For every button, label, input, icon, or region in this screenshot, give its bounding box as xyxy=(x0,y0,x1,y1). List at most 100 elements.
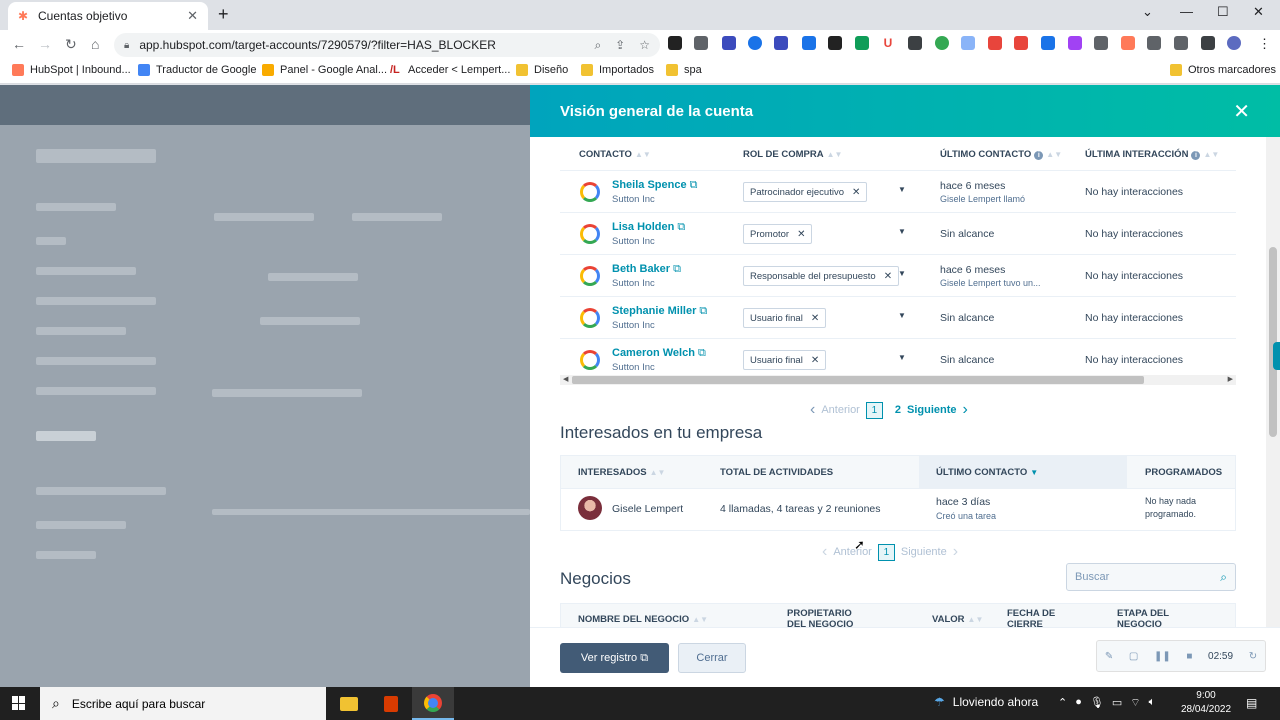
remove-tag-icon[interactable]: ✕ xyxy=(797,229,805,240)
home-icon[interactable]: ⌂ xyxy=(91,36,99,52)
bookmark-folder[interactable]: Diseño xyxy=(516,64,568,76)
sidepanel-icon[interactable] xyxy=(1201,36,1215,50)
extension-icon[interactable]: U xyxy=(881,36,895,50)
column-header-deal-name[interactable]: NOMBRE DEL NEGOCIO ▲▼ xyxy=(578,614,708,625)
bookmark-folder[interactable]: spa xyxy=(666,64,702,76)
extension-icon[interactable] xyxy=(694,36,708,50)
app-tray-icon[interactable]: ● xyxy=(1075,696,1082,710)
close-tab-icon[interactable]: ✕ xyxy=(187,8,198,24)
extension-icon[interactable] xyxy=(961,36,975,50)
column-header-last-contact[interactable]: ÚLTIMO CONTACTO ▼ xyxy=(936,467,1038,478)
current-page[interactable]: 1 xyxy=(865,401,883,419)
contact-name-link[interactable]: Lisa Holden ⧉ xyxy=(612,221,685,234)
contact-name-link[interactable]: Beth Baker ⧉ xyxy=(612,263,681,276)
bookmark[interactable]: HubSpot | Inbound... xyxy=(12,64,131,76)
column-header-buying-role[interactable]: ROL DE COMPRA ▲▼ xyxy=(743,149,842,160)
panel-body[interactable]: CONTACTO ▲▼ ROL DE COMPRA ▲▼ ÚLTIMO CONTAC… xyxy=(530,137,1280,627)
column-header-last-contact[interactable]: ÚLTIMO CONTACTO i ▲▼ xyxy=(940,149,1062,160)
back-icon[interactable]: ← xyxy=(12,36,26,52)
office-icon[interactable] xyxy=(370,687,412,720)
browser-tab[interactable]: ✱ Cuentas objetivo ✕ xyxy=(8,2,208,30)
info-icon[interactable]: i xyxy=(1191,151,1201,160)
scroll-left-icon[interactable]: ◀ xyxy=(563,375,568,383)
extension-icon[interactable] xyxy=(1121,36,1135,50)
bookmark[interactable]: Panel - Google Anal... xyxy=(262,64,387,76)
next-page-button[interactable]: Siguiente xyxy=(907,404,957,416)
vertical-scrollbar[interactable] xyxy=(1266,137,1280,627)
role-dropdown-icon[interactable]: ▼ xyxy=(898,227,906,236)
chevron-right-icon[interactable]: › xyxy=(963,401,968,419)
column-header-deal-stage[interactable]: ETAPA DEL NEGOCIO xyxy=(1117,608,1175,627)
contact-name-link[interactable]: Stephanie Miller ⧉ xyxy=(612,305,707,318)
interested-name[interactable]: Gisele Lempert xyxy=(612,503,683,515)
bookmark[interactable]: Traductor de Google xyxy=(138,64,256,76)
column-header-value[interactable]: VALOR ▲▼ xyxy=(932,614,983,625)
new-tab-button[interactable]: + xyxy=(218,4,229,25)
microphone-icon[interactable]: 🎙︎ xyxy=(1090,696,1104,710)
buying-role-tag[interactable]: Usuario final ✕ xyxy=(743,308,827,328)
extension-icon[interactable] xyxy=(802,36,816,50)
remove-tag-icon[interactable]: ✕ xyxy=(884,271,892,282)
windows-start-icon[interactable] xyxy=(12,696,26,710)
buying-role-tag[interactable]: Promotor ✕ xyxy=(743,224,813,244)
battery-icon[interactable]: ▭ xyxy=(1112,696,1122,710)
extension-icon[interactable] xyxy=(828,36,842,50)
buying-role-tag[interactable]: Patrocinador ejecutivo ✕ xyxy=(743,182,868,202)
extension-icon[interactable] xyxy=(774,36,788,50)
menu-icon[interactable]: ⋮ xyxy=(1258,36,1271,52)
view-record-button[interactable]: Ver registro ⧉ xyxy=(560,643,669,673)
other-bookmarks[interactable]: Otros marcadores xyxy=(1170,64,1276,76)
info-icon[interactable]: i xyxy=(1034,151,1044,160)
chrome-icon[interactable] xyxy=(412,687,454,720)
current-page[interactable]: 1 xyxy=(877,543,895,561)
role-dropdown-icon[interactable]: ▼ xyxy=(898,185,906,194)
extension-icon[interactable] xyxy=(988,36,1002,50)
remove-tag-icon[interactable]: ✕ xyxy=(811,313,819,324)
scrollbar-thumb[interactable] xyxy=(572,376,1144,384)
wifi-icon[interactable]: ⌔ xyxy=(1130,696,1140,710)
contact-name-link[interactable]: Cameron Welch ⧉ xyxy=(612,347,706,360)
puzzle-icon[interactable] xyxy=(1147,36,1161,50)
buying-role-tag[interactable]: Usuario final ✕ xyxy=(743,350,827,370)
pen-icon[interactable]: ✎ xyxy=(1105,651,1113,662)
forward-icon[interactable]: → xyxy=(38,36,52,52)
profile-avatar[interactable] xyxy=(1227,36,1241,50)
chevron-left-icon[interactable]: ‹ xyxy=(810,401,815,419)
buying-role-tag[interactable]: Responsable del presupuesto ✕ xyxy=(743,266,900,286)
remove-tag-icon[interactable]: ✕ xyxy=(852,187,860,198)
prev-page-button[interactable]: Anterior xyxy=(821,404,860,416)
maximize-button[interactable]: ☐ xyxy=(1217,4,1229,20)
column-header-close-date[interactable]: FECHA DE CIERRE xyxy=(1007,608,1065,627)
extension-icon[interactable] xyxy=(1094,36,1108,50)
extension-icon[interactable] xyxy=(935,36,949,50)
restart-icon[interactable]: ↻ xyxy=(1249,651,1257,662)
chevron-up-icon[interactable]: ⌃ xyxy=(1058,696,1067,710)
minimize-button[interactable]: — xyxy=(1180,4,1193,19)
extension-icon[interactable] xyxy=(908,36,922,50)
extension-icon[interactable] xyxy=(855,36,869,50)
deals-search-input[interactable]: Buscar ⌕ xyxy=(1066,563,1236,591)
role-dropdown-icon[interactable]: ▼ xyxy=(898,353,906,362)
extension-icon[interactable] xyxy=(748,36,762,50)
tab-search-icon[interactable]: ⌄ xyxy=(1142,4,1153,20)
volume-icon[interactable]: 🔈︎ xyxy=(1149,696,1156,710)
scroll-right-icon[interactable]: ▶ xyxy=(1228,375,1233,383)
extension-icon[interactable] xyxy=(1174,36,1188,50)
search-icon[interactable]: ⌕ xyxy=(1220,570,1227,585)
bookmark-folder[interactable]: Importados xyxy=(581,64,654,76)
column-header-last-interaction[interactable]: ÚLTIMA INTERACCIÓN i ▲▼ xyxy=(1085,149,1219,160)
close-button[interactable]: Cerrar xyxy=(678,643,746,673)
column-header-deal-owner[interactable]: PROPIETARIO DEL NEGOCIO xyxy=(787,608,867,627)
notifications-icon[interactable]: ▤ xyxy=(1246,696,1257,710)
extension-icon[interactable] xyxy=(668,36,682,50)
taskbar-search[interactable]: ⌕ Escribe aquí para buscar xyxy=(40,687,326,720)
contact-name-link[interactable]: Sheila Spence ⧉ xyxy=(612,179,697,192)
file-explorer-icon[interactable] xyxy=(328,687,370,720)
page-2-button[interactable]: 2 xyxy=(895,404,901,416)
extension-icon[interactable] xyxy=(722,36,736,50)
prev-page-button[interactable]: Anterior xyxy=(833,546,872,558)
taskbar-clock[interactable]: 9:00 28/04/2022 xyxy=(1178,689,1234,717)
pause-icon[interactable]: ❚❚ xyxy=(1154,651,1171,662)
close-window-button[interactable]: ✕ xyxy=(1253,4,1264,20)
extension-icon[interactable] xyxy=(1041,36,1055,50)
